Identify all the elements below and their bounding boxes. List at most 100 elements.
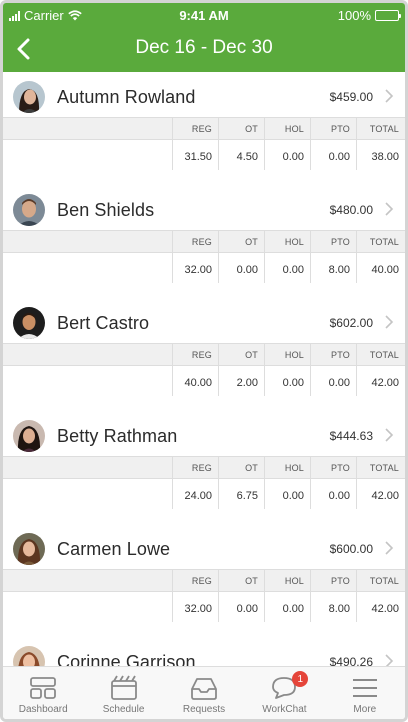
employee-row: Corinne Garrison $490.26 <box>3 637 405 669</box>
hours-header-row: REG OT HOL PTO TOTAL <box>3 118 405 140</box>
menu-icon <box>352 679 377 697</box>
col-ot: OT <box>219 457 265 478</box>
reg-value: 31.50 <box>173 140 219 170</box>
col-reg: REG <box>173 570 219 591</box>
total-value: 42.00 <box>371 602 399 615</box>
tab-label: More <box>353 704 377 715</box>
col-total: TOTAL <box>369 575 399 586</box>
col-total: TOTAL <box>369 462 399 473</box>
hours-value-row: 32.00 0.00 0.00 8.00 40.00 <box>3 253 405 283</box>
col-reg: REG <box>173 457 219 478</box>
tab-label: WorkChat <box>262 704 307 715</box>
avatar <box>13 420 45 452</box>
schedule-icon <box>110 675 137 700</box>
ot-value: 4.50 <box>219 140 265 170</box>
ot-value: 0.00 <box>219 592 265 622</box>
employee-row: Bert Castro $602.00 REG OT HOL PTO TOTAL… <box>3 298 405 411</box>
chevron-right-icon <box>385 89 394 103</box>
tab-bar: Dashboard Schedule Requests 1 WorkChat M… <box>3 666 405 719</box>
avatar <box>13 307 45 339</box>
employee-row: Carmen Lowe $600.00 REG OT HOL PTO TOTAL… <box>3 524 405 637</box>
chevron-right-icon <box>385 428 394 442</box>
employee-header[interactable]: Betty Rathman $444.63 <box>3 411 405 456</box>
total-value: 40.00 <box>371 263 399 276</box>
phone-screen: Carrier 9:41 AM 100% Dec 16 - Dec 30 Aut… <box>0 0 408 722</box>
battery-group: 100% <box>337 8 401 23</box>
col-hol: HOL <box>265 570 311 591</box>
reg-value: 32.00 <box>173 253 219 283</box>
total-value: 38.00 <box>371 150 399 163</box>
pto-value: 8.00 <box>311 253 357 283</box>
employee-header[interactable]: Ben Shields $480.00 <box>3 185 405 230</box>
employee-row: Betty Rathman $444.63 REG OT HOL PTO TOT… <box>3 411 405 524</box>
avatar <box>13 194 45 226</box>
employee-row: Autumn Rowland $459.00 REG OT HOL PTO TO… <box>3 72 405 185</box>
employee-list: Autumn Rowland $459.00 REG OT HOL PTO TO… <box>3 72 405 669</box>
notification-badge: 1 <box>292 671 309 687</box>
app-header: Carrier 9:41 AM 100% Dec 16 - Dec 30 <box>3 3 405 72</box>
employee-name: Carmen Lowe <box>57 539 171 559</box>
employee-header[interactable]: Carmen Lowe $600.00 <box>3 524 405 569</box>
tab-workchat[interactable]: 1 WorkChat <box>244 667 324 719</box>
col-reg: REG <box>173 231 219 252</box>
col-reg: REG <box>173 344 219 365</box>
employee-amount: $480.00 <box>329 203 373 217</box>
col-total: TOTAL <box>369 123 399 134</box>
pto-value: 0.00 <box>311 479 357 509</box>
col-ot: OT <box>219 231 265 252</box>
tab-schedule[interactable]: Schedule <box>83 667 163 719</box>
battery-label: 100% <box>337 8 371 23</box>
employee-amount: $602.00 <box>329 316 373 330</box>
tab-requests[interactable]: Requests <box>164 667 244 719</box>
hours-header-row: REG OT HOL PTO TOTAL <box>3 344 405 366</box>
employee-name: Betty Rathman <box>57 426 178 446</box>
col-hol: HOL <box>265 457 311 478</box>
hours-value-row: 40.00 2.00 0.00 0.00 42.00 <box>3 366 405 396</box>
hol-value: 0.00 <box>265 253 311 283</box>
reg-value: 32.00 <box>173 592 219 622</box>
total-value: 42.00 <box>371 376 399 389</box>
avatar <box>13 81 45 113</box>
tab-dashboard[interactable]: Dashboard <box>3 667 83 719</box>
pto-value: 0.00 <box>311 366 357 396</box>
hours-value-row: 32.00 0.00 0.00 8.00 42.00 <box>3 592 405 622</box>
employee-row: Ben Shields $480.00 REG OT HOL PTO TOTAL… <box>3 185 405 298</box>
tab-label: Schedule <box>102 704 145 715</box>
hol-value: 0.00 <box>265 479 311 509</box>
employee-header[interactable]: Bert Castro $602.00 <box>3 298 405 343</box>
hol-value: 0.00 <box>265 366 311 396</box>
tab-more[interactable]: More <box>325 667 405 719</box>
hours-table: REG OT HOL PTO TOTAL 40.00 2.00 0.00 0.0… <box>3 343 405 396</box>
employee-header[interactable]: Corinne Garrison $490.26 <box>3 637 405 669</box>
col-hol: HOL <box>265 118 311 139</box>
employee-amount: $444.63 <box>329 429 373 443</box>
col-reg: REG <box>173 118 219 139</box>
tab-label: Dashboard <box>18 704 68 715</box>
col-total: TOTAL <box>369 236 399 247</box>
col-pto: PTO <box>311 118 357 139</box>
reg-value: 24.00 <box>173 479 219 509</box>
hours-value-row: 31.50 4.50 0.00 0.00 38.00 <box>3 140 405 170</box>
employee-amount: $600.00 <box>329 542 373 556</box>
col-total: TOTAL <box>369 349 399 360</box>
hours-table: REG OT HOL PTO TOTAL 24.00 6.75 0.00 0.0… <box>3 456 405 509</box>
hours-table: REG OT HOL PTO TOTAL 32.00 0.00 0.00 8.0… <box>3 230 405 283</box>
employee-header[interactable]: Autumn Rowland $459.00 <box>3 72 405 117</box>
col-pto: PTO <box>311 457 357 478</box>
chevron-right-icon <box>385 202 394 216</box>
hours-table: REG OT HOL PTO TOTAL 31.50 4.50 0.00 0.0… <box>3 117 405 170</box>
pto-value: 0.00 <box>311 140 357 170</box>
page-title: Dec 16 - Dec 30 <box>135 37 273 58</box>
col-ot: OT <box>219 570 265 591</box>
col-pto: PTO <box>311 344 357 365</box>
hours-table: REG OT HOL PTO TOTAL 32.00 0.00 0.00 8.0… <box>3 569 405 622</box>
employee-name: Bert Castro <box>57 313 150 333</box>
col-ot: OT <box>219 118 265 139</box>
col-ot: OT <box>219 344 265 365</box>
chevron-right-icon <box>385 541 394 555</box>
col-hol: HOL <box>265 231 311 252</box>
col-pto: PTO <box>311 570 357 591</box>
status-bar: Carrier 9:41 AM 100% <box>3 8 405 26</box>
col-hol: HOL <box>265 344 311 365</box>
pto-value: 8.00 <box>311 592 357 622</box>
